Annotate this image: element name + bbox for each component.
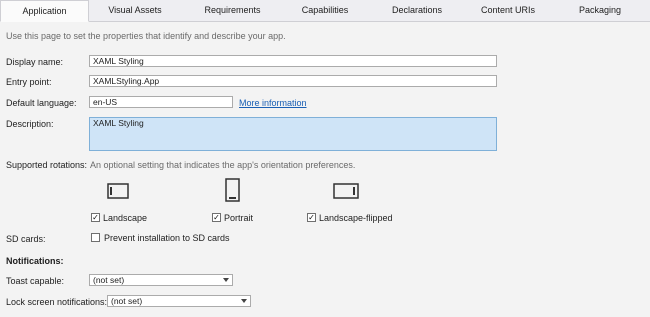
more-information-link[interactable]: More information [239,98,307,108]
toast-capable-select[interactable]: (not set) [89,274,233,286]
sd-cards-label: SD cards: [6,234,46,244]
toast-capable-value: (not set) [93,275,125,285]
display-name-label: Display name: [6,57,64,67]
sd-cards-checkbox[interactable] [91,233,100,242]
portrait-checkbox[interactable]: ✓ [212,213,221,222]
display-name-field[interactable]: XAML Styling [89,55,497,67]
tab-declarations[interactable]: Declarations [372,0,462,21]
toast-capable-label: Toast capable: [6,276,65,286]
landscape-icon [107,183,129,199]
portrait-icon [225,178,240,202]
description-label: Description: [6,119,54,129]
landscape-label: Landscape [103,213,148,223]
landscape-checkbox[interactable]: ✓ [91,213,100,222]
tab-application[interactable]: Application [0,0,89,22]
rotations-hint: An optional setting that indicates the a… [90,160,356,170]
lock-screen-notifications-label: Lock screen notifications: [6,297,108,307]
tab-bar: Application Visual Assets Requirements C… [0,0,650,22]
tab-visual-assets[interactable]: Visual Assets [90,0,180,21]
tab-capabilities[interactable]: Capabilities [280,0,370,21]
landscape-flipped-checkbox[interactable]: ✓ [307,213,316,222]
chevron-down-icon [241,299,247,303]
sd-cards-option: Prevent installation to SD cards [104,233,230,243]
supported-rotations-label: Supported rotations: [6,160,88,170]
description-field[interactable]: XAML Styling [89,117,497,151]
portrait-label: Portrait [224,213,254,223]
entry-point-label: Entry point: [6,77,52,87]
chevron-down-icon [223,278,229,282]
intro-text: Use this page to set the properties that… [6,31,286,41]
landscape-flipped-label: Landscape-flipped [319,213,393,223]
default-language-label: Default language: [6,98,77,108]
lock-screen-notifications-select[interactable]: (not set) [107,295,251,307]
tab-content-uris[interactable]: Content URIs [463,0,553,21]
default-language-field[interactable]: en-US [89,96,233,108]
tab-packaging[interactable]: Packaging [555,0,645,21]
entry-point-field[interactable]: XAMLStyling.App [89,75,497,87]
landscape-flipped-icon [333,183,359,199]
notifications-heading: Notifications: [6,256,64,266]
tab-requirements[interactable]: Requirements [185,0,280,21]
lock-screen-notifications-value: (not set) [111,296,143,306]
